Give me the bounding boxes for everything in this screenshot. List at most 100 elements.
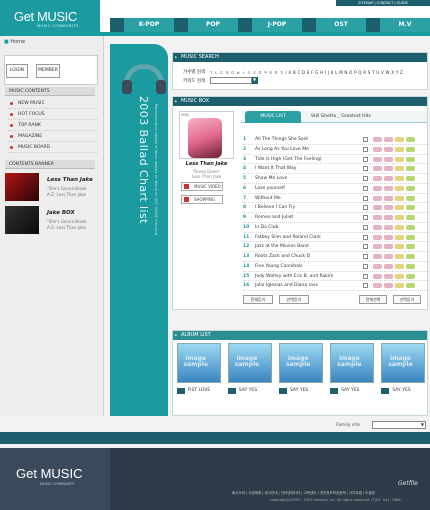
track-checkbox[interactable] [363,283,368,289]
track-row[interactable]: 5 Show Me Love [243,174,427,184]
lyrics-icon[interactable] [395,185,404,191]
add-icon[interactable] [384,156,393,162]
track-checkbox[interactable] [363,234,368,240]
lyrics-icon[interactable] [395,146,404,152]
download-icon[interactable] [406,185,415,191]
play-selected-button-2[interactable]: 선택듣기 [393,295,421,304]
album-thumb[interactable]: SAY YES [381,343,426,411]
play-icon[interactable] [373,224,382,230]
play-icon[interactable] [373,283,382,289]
track-title[interactable]: I Want It That Way [255,164,296,174]
play-icon[interactable] [373,176,382,181]
add-icon[interactable] [384,146,393,152]
add-icon[interactable] [384,205,393,211]
lyrics-icon[interactable] [395,215,404,220]
play-icon[interactable] [373,185,382,191]
banner-item[interactable]: Less Than Jake "She's Gonna Break A-Z: L… [5,173,99,201]
track-checkbox[interactable] [363,244,368,250]
download-icon[interactable] [406,195,415,201]
track-row[interactable]: 10 In Da Club [243,223,427,233]
lyrics-icon[interactable] [395,137,404,142]
play-all-button[interactable]: 전체듣기 [243,295,273,304]
add-icon[interactable] [384,166,393,172]
album-cover[interactable]: VOD [179,111,234,159]
play-icon[interactable] [373,205,382,211]
play-icon[interactable] [373,166,382,172]
track-checkbox[interactable] [363,156,368,162]
nav-item-mv[interactable]: M.V [380,18,430,32]
alphabet-index[interactable]: ㄱ ㄴ ㄷ ㄹ ㅁ ㅂ ㅅ ㅇ ㅈ ㅊ ㅋ ㅌ ㅍ ㅎ / A B C D E … [209,70,403,76]
member-button[interactable]: MEMBER [36,64,60,78]
add-icon[interactable] [384,254,393,259]
track-title[interactable]: All The Things She Said [255,135,308,145]
shopping-button[interactable]: SHOPPING [181,195,223,204]
login-button[interactable]: LOGIN [6,64,28,78]
download-icon[interactable] [406,137,415,142]
contents-item-hot-focus[interactable]: HOT FOCUS [8,109,98,120]
contents-item-magazine[interactable]: MAGAZINE [8,131,98,142]
track-checkbox[interactable] [363,263,368,269]
download-icon[interactable] [406,215,415,220]
download-icon[interactable] [406,166,415,172]
track-title[interactable]: In Da Club [255,223,278,233]
track-row[interactable]: 15 Jody Watley with Eric B. and Rakim [243,272,427,282]
download-icon[interactable] [406,176,415,181]
lyrics-icon[interactable] [395,156,404,162]
track-title[interactable]: As Long As You Love Me [255,145,309,155]
lyrics-icon[interactable] [395,263,404,269]
track-checkbox[interactable] [363,215,368,220]
track-title[interactable]: Without Me [255,194,281,204]
track-title[interactable]: Romeo and Juliet [255,213,293,223]
add-icon[interactable] [384,137,393,142]
track-checkbox[interactable] [363,185,368,191]
track-row[interactable]: 6 Lose yourself [243,184,427,194]
track-title[interactable]: Show Me Love [255,174,287,184]
nav-item-kpop[interactable]: K-POP [124,18,174,32]
play-icon[interactable] [373,156,382,162]
util-link-contact[interactable]: CONTACT [377,1,394,5]
track-title[interactable]: Lose yourself [255,184,285,194]
add-icon[interactable] [384,195,393,201]
contents-item-top-rank[interactable]: TOP RANK [8,120,98,131]
track-row[interactable]: 9 Romeo and Juliet [243,213,427,223]
download-icon[interactable] [406,224,415,230]
track-title[interactable]: Fine Young Cannibals [255,262,303,272]
contents-item-music-board[interactable]: MUSIC BOARD [8,142,98,153]
family-site-select[interactable] [372,421,426,429]
album-thumb[interactable]: SAY YES [330,343,375,411]
play-icon[interactable] [373,137,382,142]
download-icon[interactable] [406,254,415,259]
tab-music-list[interactable]: MUSIC LIST [245,111,301,123]
add-icon[interactable] [384,215,393,220]
download-icon[interactable] [406,263,415,269]
track-row[interactable]: 13 Roots Zack and Chuck D [243,252,427,262]
track-row[interactable]: 3 Tide Is High (Get The Feeling) [243,155,427,165]
add-icon[interactable] [384,244,393,250]
contents-item-new-music[interactable]: NEW MUSIC [8,98,98,109]
track-title[interactable]: Jazz at the Movies Band [255,242,309,252]
play-icon[interactable] [373,234,382,240]
lyrics-icon[interactable] [395,273,404,279]
add-icon[interactable] [384,283,393,289]
download-icon[interactable] [406,244,415,250]
track-checkbox[interactable] [363,205,368,211]
play-icon[interactable] [373,215,382,220]
track-row[interactable]: 4 I Want It That Way [243,164,427,174]
download-icon[interactable] [406,146,415,152]
track-row[interactable]: 8 I Believe I Can Fly [243,203,427,213]
lyrics-icon[interactable] [395,254,404,259]
track-row[interactable]: 1 All The Things She Said [243,135,427,145]
track-row[interactable]: 14 Fine Young Cannibals [243,262,427,272]
add-icon[interactable] [384,224,393,230]
album-thumb[interactable]: SAY YES [278,343,323,411]
util-link-sitemap[interactable]: SITEMAP [358,1,373,5]
download-icon[interactable] [406,205,415,211]
track-checkbox[interactable] [363,137,368,142]
util-link-guide[interactable]: GUIDE [397,1,408,5]
nav-item-jpop[interactable]: J-POP [252,18,302,32]
add-icon[interactable] [384,263,393,269]
track-title[interactable]: Julio Iglesias and Diana ross [255,281,318,291]
track-title[interactable]: Jody Watley with Eric B. and Rakim [255,272,334,282]
add-icon[interactable] [384,185,393,191]
download-icon[interactable] [406,273,415,279]
